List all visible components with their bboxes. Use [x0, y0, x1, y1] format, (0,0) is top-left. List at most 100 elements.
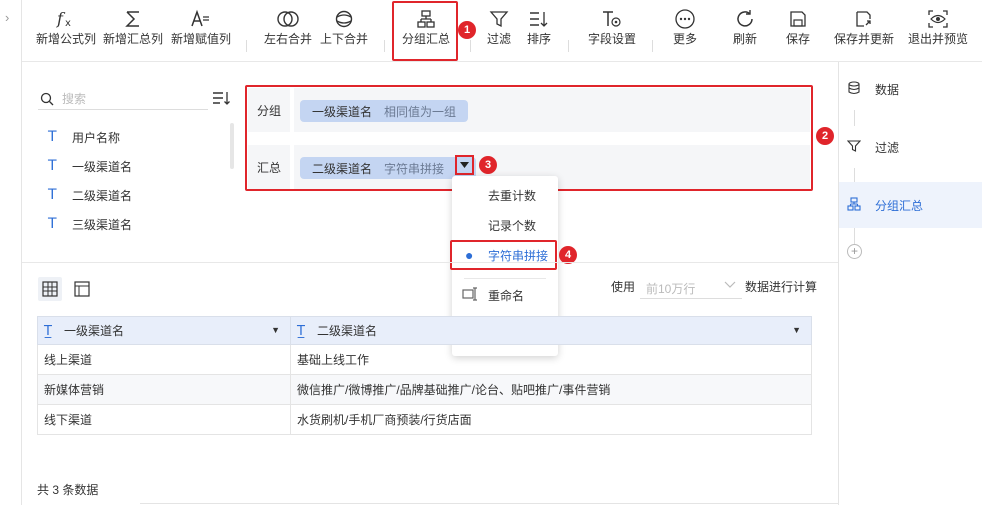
field-settings-icon [582, 6, 642, 32]
save-button[interactable]: 保存 [782, 6, 814, 56]
grid-view-button[interactable] [38, 277, 62, 301]
text-type-icon: T [48, 129, 57, 145]
right-steps-panel: 数据 过滤 分组汇总 + [838, 62, 982, 505]
toolbar-divider [568, 40, 569, 52]
save-icon [782, 6, 814, 32]
table-header-row: T̲ 一级渠道名 ▼ T̲ 二级渠道名 ▼ [37, 316, 812, 345]
toolbar-divider [470, 40, 471, 52]
table-cell: 基础上线工作 [290, 344, 812, 375]
toolbar-label: 保存并更新 [833, 32, 894, 46]
filter-button[interactable]: 过滤 [484, 6, 514, 56]
merge-vertical-button[interactable]: 上下合并 [316, 6, 372, 56]
grid-view-icon [42, 281, 58, 297]
step-label: 分组汇总 [875, 198, 924, 213]
table-cell: 微信推广/微博推广/品牌基础推广/论台、贴吧推广/事件营销 [290, 374, 812, 405]
preview-table: T̲ 一级渠道名 ▼ T̲ 二级渠道名 ▼ 线上渠道 基础上线工作 新媒体营销 微信… [37, 316, 812, 435]
formula-icon: fx [34, 6, 98, 32]
table-cell: 线上渠道 [37, 344, 291, 375]
chip-dropdown-trigger[interactable] [455, 155, 474, 175]
filter-icon [846, 139, 862, 156]
exit-and-preview-button[interactable]: 退出并预览 [906, 6, 970, 56]
annotation-badge-1: 1 [458, 21, 476, 39]
rename-icon [462, 286, 478, 304]
menu-item-distinct-count[interactable]: 去重计数 [452, 184, 558, 206]
caret-down-icon[interactable]: ▼ [271, 325, 280, 335]
chevron-right-icon[interactable]: › [5, 10, 9, 25]
menu-item-record-count[interactable]: 记录个数 [452, 214, 558, 236]
refresh-button[interactable]: 刷新 [728, 6, 762, 56]
field-name: 一级渠道名 [72, 159, 133, 174]
table-cell: 新媒体营销 [37, 374, 291, 405]
table-row: 新媒体营销 微信推广/微博推广/品牌基础推广/论台、贴吧推广/事件营销 [37, 374, 812, 405]
sort-icon [524, 6, 554, 32]
add-formula-column-button[interactable]: fx 新增公式列 [34, 6, 98, 56]
field-item[interactable]: T 二级渠道名 [48, 185, 132, 205]
left-collapse-strip[interactable]: › [0, 0, 22, 505]
text-type-icon: T [48, 158, 57, 174]
menu-item-label: 去重计数 [488, 188, 537, 203]
toolbar-label: 新增汇总列 [102, 32, 163, 46]
step-group-summary[interactable]: 分组汇总 [839, 182, 982, 228]
text-type-icon: T̲ [44, 324, 52, 339]
toolbar-divider [652, 40, 653, 52]
column-header[interactable]: T̲ 一级渠道名 ▼ [37, 316, 291, 345]
table-row: 线上渠道 基础上线工作 [37, 344, 812, 375]
step-filter[interactable]: 过滤 [839, 124, 982, 170]
column-header[interactable]: T̲ 二级渠道名 ▼ [290, 316, 812, 345]
caret-down-icon[interactable]: ▼ [792, 325, 801, 335]
toolbar: fx 新增公式列 新增汇总列 新增赋值列 左右合并 上下合并 分组汇总 过滤 排… [22, 0, 982, 62]
save-update-icon [832, 6, 896, 32]
add-summary-column-button[interactable]: 新增汇总列 [100, 6, 166, 56]
venn-vertical-icon [316, 6, 372, 32]
text-type-icon: T [48, 187, 57, 203]
table-row: 线下渠道 水货刷机/手机厂商预装/行货店面 [37, 404, 812, 435]
group-summary-icon [847, 196, 861, 214]
column-header-label: 二级渠道名 [316, 324, 377, 338]
row-limit-value: 前10万行 [646, 282, 696, 296]
sort-button[interactable]: 排序 [524, 6, 554, 56]
more-button[interactable]: 更多 [668, 6, 702, 56]
menu-item-label: 重命名 [488, 288, 525, 303]
step-data[interactable]: 数据 [839, 66, 982, 112]
toolbar-label: 新增公式列 [35, 32, 96, 46]
add-assign-column-button[interactable]: 新增赋值列 [169, 6, 233, 56]
use-label: 使用 [611, 280, 636, 294]
add-step-button[interactable]: + [847, 244, 862, 259]
step-label: 过滤 [875, 140, 900, 155]
row-limit-select[interactable]: 前10万行 [640, 277, 742, 299]
preview-icon [906, 6, 970, 32]
save-and-update-button[interactable]: 保存并更新 [832, 6, 896, 56]
field-name: 三级渠道名 [72, 217, 133, 232]
step-label: 数据 [875, 82, 900, 97]
column-header-label: 一级渠道名 [63, 324, 124, 338]
layout-view-button[interactable] [70, 277, 94, 301]
toolbar-label: 排序 [526, 32, 551, 46]
footer-divider [140, 503, 838, 504]
layout-view-icon [74, 281, 90, 297]
toolbar-label: 字段设置 [587, 32, 636, 46]
sort-fields-icon [213, 92, 230, 105]
merge-horizontal-button[interactable]: 左右合并 [260, 6, 316, 56]
filter-icon [484, 6, 514, 32]
menu-item-label: 记录个数 [488, 218, 537, 233]
search-icon [40, 92, 54, 109]
section-divider [22, 262, 838, 263]
search-input[interactable] [62, 90, 202, 108]
table-cell: 线下渠道 [37, 404, 291, 435]
table-cell: 水货刷机/手机厂商预装/行货店面 [290, 404, 812, 435]
field-item[interactable]: T 用户名称 [48, 127, 120, 147]
annotation-badge-3: 3 [479, 156, 497, 174]
menu-item-rename[interactable]: 重命名 [452, 284, 558, 306]
toolbar-label: 退出并预览 [907, 32, 968, 46]
field-item[interactable]: T 三级渠道名 [48, 214, 132, 234]
field-list-scrollbar[interactable] [230, 123, 234, 169]
text-type-icon: T̲ [297, 324, 305, 339]
calc-label: 数据进行计算 [745, 280, 818, 294]
svg-text:x: x [65, 18, 71, 29]
toolbar-label: 过滤 [486, 32, 511, 46]
text-type-icon: T [48, 216, 57, 232]
more-icon [668, 6, 702, 32]
field-item[interactable]: T 一级渠道名 [48, 156, 132, 176]
field-settings-button[interactable]: 字段设置 [582, 6, 642, 56]
field-sort-button[interactable] [212, 90, 232, 111]
